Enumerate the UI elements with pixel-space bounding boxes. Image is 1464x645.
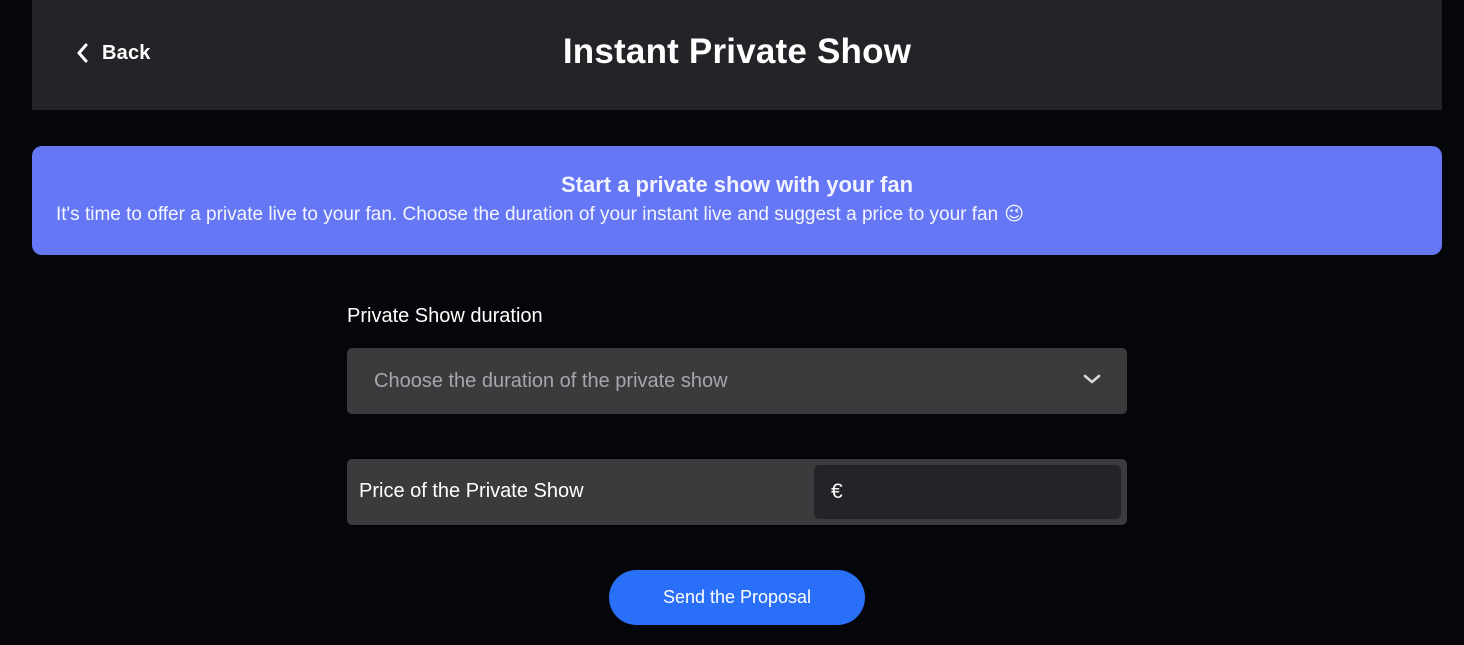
price-input[interactable] <box>848 472 1089 512</box>
duration-label: Private Show duration <box>347 305 543 327</box>
euro-currency-symbol: € <box>831 480 843 503</box>
send-proposal-button[interactable]: Send the Proposal <box>609 570 865 625</box>
chevron-down-icon <box>1083 372 1101 390</box>
price-label: Price of the Private Show <box>359 480 584 502</box>
banner-text: It's time to offer a private live to you… <box>56 204 999 225</box>
duration-placeholder: Choose the duration of the private show <box>374 369 728 392</box>
price-row: Price of the Private Show € <box>347 459 1127 525</box>
info-banner: Start a private show with your fan It's … <box>32 146 1442 255</box>
banner-text-row: It's time to offer a private live to you… <box>56 203 1418 227</box>
page-header: Back Instant Private Show <box>32 0 1442 110</box>
page-title: Instant Private Show <box>562 32 912 71</box>
banner-title: Start a private show with your fan <box>560 172 914 197</box>
winking-face-icon: 😉 <box>1004 204 1025 225</box>
price-field[interactable]: € <box>814 465 1121 519</box>
duration-select[interactable]: Choose the duration of the private show <box>347 348 1127 414</box>
